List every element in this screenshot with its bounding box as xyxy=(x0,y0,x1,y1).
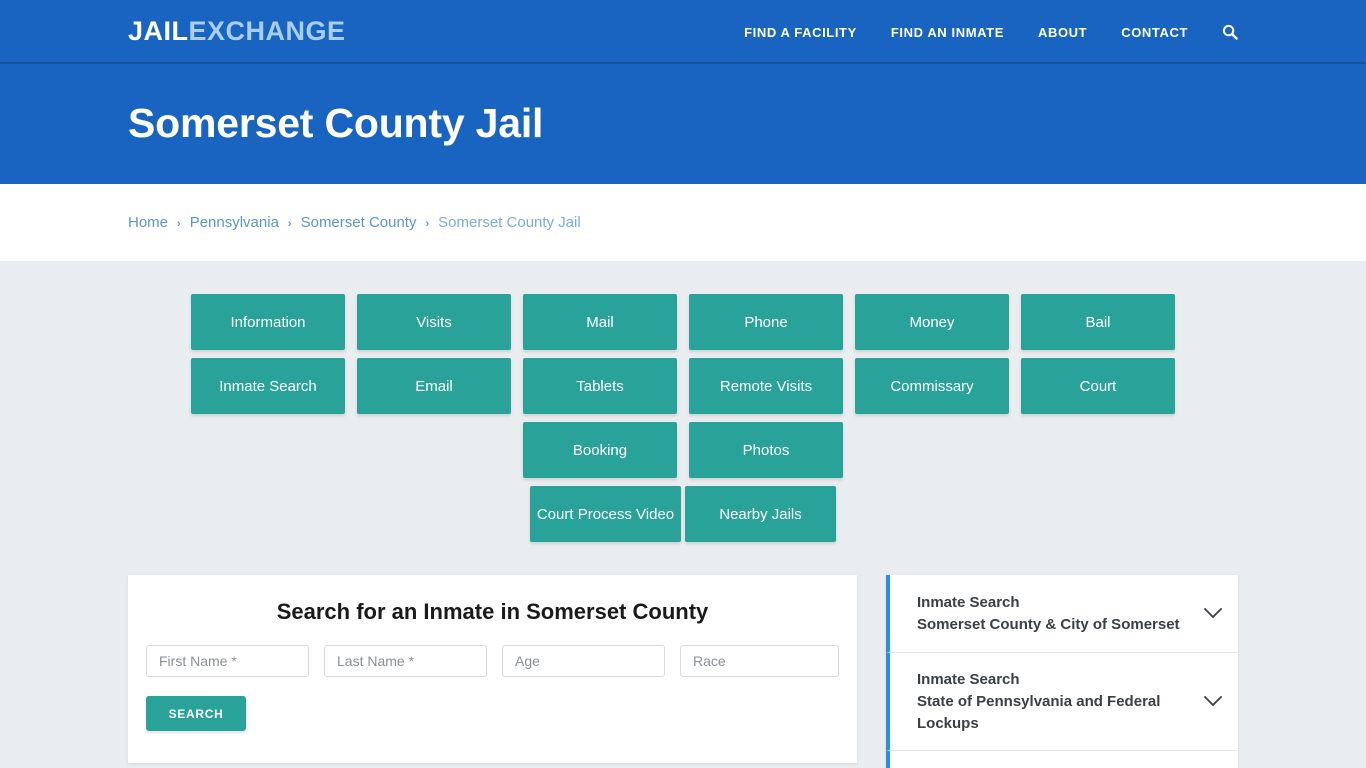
search-fields-row: Race xyxy=(146,645,839,677)
search-card-heading: Search for an Inmate in Somerset County xyxy=(276,599,709,624)
topic-button-remote-visits[interactable]: Remote Visits xyxy=(689,358,843,414)
chevron-right-icon: › xyxy=(287,217,292,230)
age-input[interactable] xyxy=(502,645,665,677)
nav-find-a-facility[interactable]: FIND A FACILITY xyxy=(727,25,874,40)
topic-button-email[interactable]: Email xyxy=(357,358,511,414)
page-title: Somerset County Jail xyxy=(128,100,544,147)
accordion-item-contact-information[interactable]: Somerset County Jail Contact Information xyxy=(886,751,1238,768)
topic-button-grid: Information Visits Mail Phone Money Bail… xyxy=(138,294,1228,478)
accordion-item-inmate-search-county[interactable]: Inmate Search Somerset County & City of … xyxy=(886,575,1238,653)
logo-text-exchange: EXCHANGE xyxy=(188,16,346,46)
breadcrumb-item-home[interactable]: Home xyxy=(128,214,168,231)
site-logo[interactable]: JAILEXCHANGE xyxy=(128,18,346,45)
topic-button-money[interactable]: Money xyxy=(855,294,1009,350)
accordion-line-1: Inmate Search xyxy=(917,593,1020,611)
breadcrumb-item-current: Somerset County Jail xyxy=(438,214,581,231)
logo-text-jail: JAIL xyxy=(128,16,189,46)
topic-button-tablets[interactable]: Tablets xyxy=(523,358,677,414)
topic-button-bail[interactable]: Bail xyxy=(1021,294,1175,350)
sidebar-accordion: Inmate Search Somerset County & City of … xyxy=(886,575,1238,768)
accordion-line-1: Inmate Search xyxy=(917,671,1020,688)
breadcrumb-bar: Home › Pennsylvania › Somerset County › … xyxy=(0,184,1366,261)
accordion-item-inmate-search-state[interactable]: Inmate Search State of Pennsylvania and … xyxy=(886,653,1238,752)
topic-button-court-process-video[interactable]: Court Process Video xyxy=(530,486,681,542)
accordion-line-2: Somerset County & City of Somerset xyxy=(917,615,1180,633)
topic-button-information[interactable]: Information xyxy=(191,294,345,350)
inmate-search-card: Search for an Inmate in Somerset County … xyxy=(128,575,857,763)
topic-button-photos[interactable]: Photos xyxy=(689,422,843,478)
topic-button-commissary[interactable]: Commissary xyxy=(855,358,1009,414)
main-content: Information Visits Mail Phone Money Bail… xyxy=(0,261,1366,768)
topic-button-booking[interactable]: Booking xyxy=(523,422,677,478)
main-nav-links: FIND A FACILITY FIND AN INMATE ABOUT CON… xyxy=(727,0,1238,64)
chevron-down-icon[interactable] xyxy=(1202,603,1224,625)
topic-button-phone[interactable]: Phone xyxy=(689,294,843,350)
breadcrumb: Home › Pennsylvania › Somerset County › … xyxy=(128,214,581,231)
chevron-down-icon[interactable] xyxy=(1202,691,1224,713)
last-name-input[interactable] xyxy=(324,645,487,677)
topic-button-nearby-jails[interactable]: Nearby Jails xyxy=(685,486,836,542)
race-select[interactable]: Race xyxy=(680,645,839,677)
topic-button-court[interactable]: Court xyxy=(1021,358,1175,414)
first-name-input[interactable] xyxy=(146,645,309,677)
search-icon[interactable] xyxy=(1205,24,1238,40)
topic-button-visits[interactable]: Visits xyxy=(357,294,511,350)
topic-button-row-3: Court Process Video Nearby Jails xyxy=(0,486,1366,542)
chevron-right-icon: › xyxy=(177,217,181,230)
search-submit-button[interactable]: SEARCH xyxy=(146,696,246,731)
chevron-right-icon: › xyxy=(425,217,430,230)
topic-button-inmate-search[interactable]: Inmate Search xyxy=(191,358,345,414)
breadcrumb-item-pennsylvania[interactable]: Pennsylvania xyxy=(190,214,279,231)
breadcrumb-item-somerset-county[interactable]: Somerset County xyxy=(301,214,417,231)
page-header-band: Somerset County Jail xyxy=(0,64,1366,184)
nav-about[interactable]: ABOUT xyxy=(1021,25,1104,40)
accordion-line-2: State of Pennsylvania and Federal Lockup… xyxy=(917,692,1161,732)
right-column: Inmate Search Somerset County & City of … xyxy=(886,575,1238,768)
nav-contact[interactable]: CONTACT xyxy=(1104,25,1205,40)
topic-button-mail[interactable]: Mail xyxy=(523,294,677,350)
accordion-item-text: Inmate Search Somerset County & City of … xyxy=(917,592,1192,636)
top-navigation-bar: JAILEXCHANGE FIND A FACILITY FIND AN INM… xyxy=(0,0,1366,64)
nav-find-an-inmate[interactable]: FIND AN INMATE xyxy=(874,25,1021,40)
accordion-item-text: Inmate Search State of Pennsylvania and … xyxy=(917,669,1192,734)
left-column: Search for an Inmate in Somerset County … xyxy=(128,575,857,768)
